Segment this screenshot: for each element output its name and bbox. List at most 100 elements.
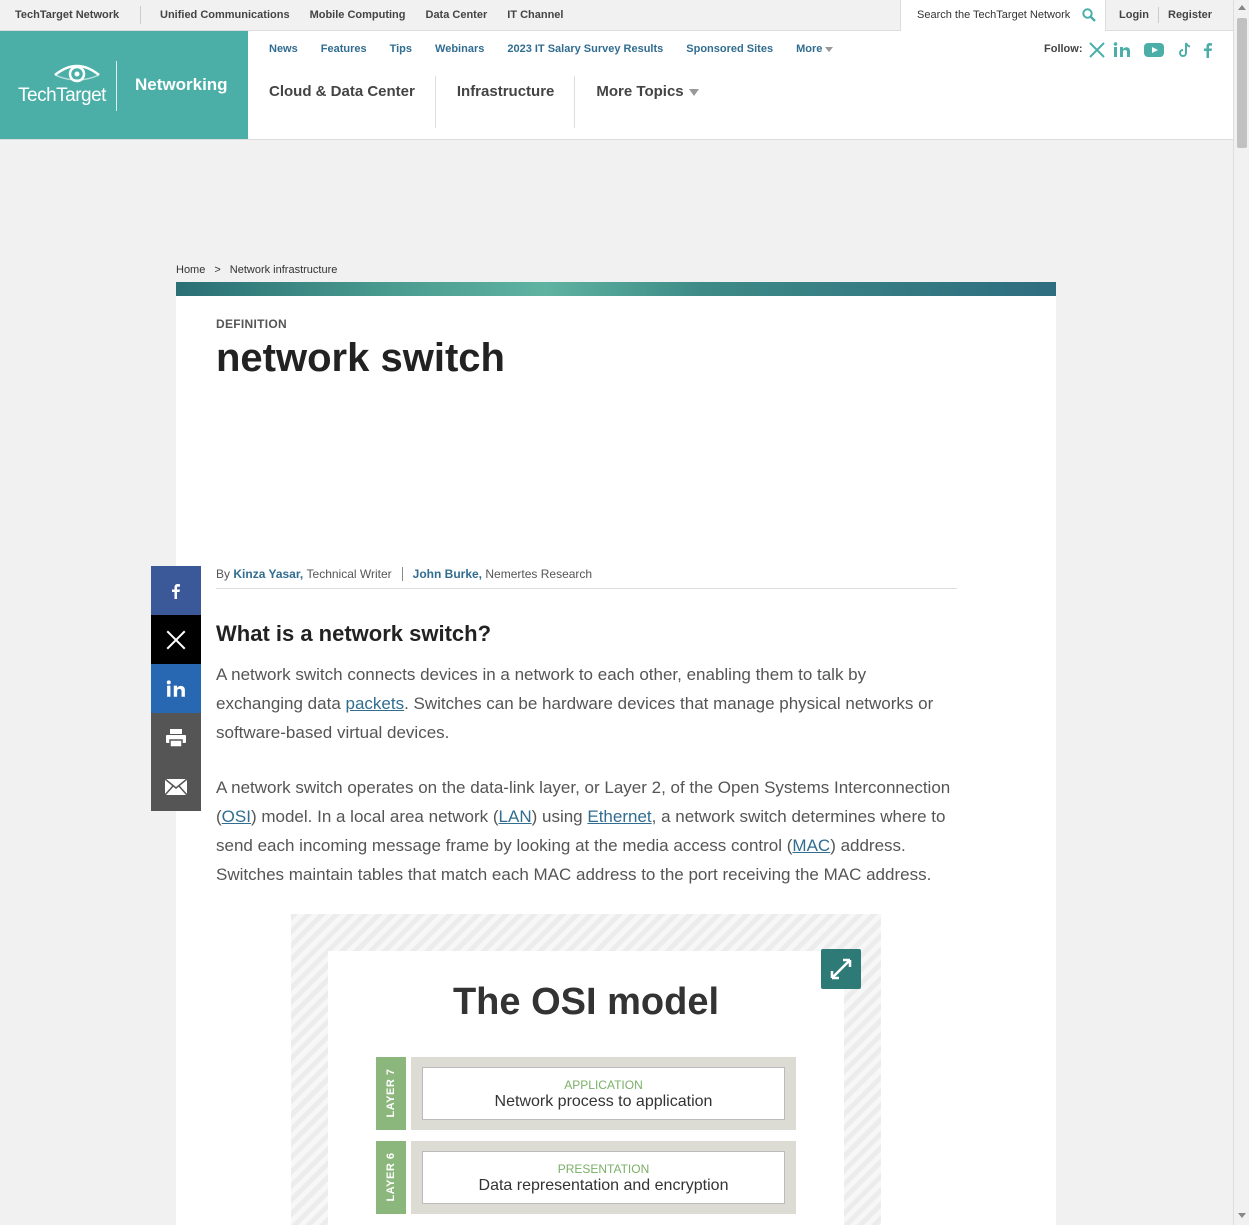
techtarget-wordmark: TechTarget bbox=[18, 85, 106, 106]
layer-card: PRESENTATION Data representation and enc… bbox=[422, 1151, 785, 1204]
email-icon bbox=[164, 777, 188, 795]
byline: By Kinza Yasar, Technical Writer John Bu… bbox=[216, 567, 592, 581]
layer-box: APPLICATION Network process to applicati… bbox=[411, 1057, 796, 1130]
page-scrollbar[interactable] bbox=[1233, 0, 1249, 1225]
definition-label: DEFINITION bbox=[216, 317, 287, 331]
link-mac[interactable]: MAC bbox=[792, 836, 830, 855]
osi-layer-7: LAYER 7 APPLICATION Network process to a… bbox=[376, 1057, 796, 1130]
site-logo[interactable]: TechTarget Networking bbox=[0, 31, 248, 139]
share-x-button[interactable] bbox=[151, 615, 201, 664]
divider bbox=[216, 588, 957, 589]
paragraph-osi-layer: A network switch operates on the data-li… bbox=[216, 773, 956, 889]
divider bbox=[140, 6, 141, 24]
gradient-header-bar bbox=[176, 282, 1056, 296]
subnav-features[interactable]: Features bbox=[321, 43, 367, 55]
network-links: Unified Communications Mobile Computing … bbox=[160, 9, 563, 21]
network-link-data-center[interactable]: Data Center bbox=[426, 9, 488, 21]
layer-card: APPLICATION Network process to applicati… bbox=[422, 1067, 785, 1120]
search-box[interactable]: Search the TechTarget Network bbox=[900, 0, 1106, 31]
layer-tag: LAYER 6 bbox=[376, 1141, 406, 1214]
tiktok-icon[interactable] bbox=[1177, 41, 1193, 59]
expand-image-button[interactable] bbox=[821, 949, 861, 989]
topic-more-topics-dropdown[interactable]: More Topics bbox=[575, 76, 718, 128]
layer-number: LAYER 6 bbox=[385, 1152, 397, 1202]
divider bbox=[1158, 7, 1159, 23]
x-icon[interactable] bbox=[1089, 41, 1105, 59]
techtarget-network-link[interactable]: TechTarget Network bbox=[15, 9, 119, 21]
subnav-webinars[interactable]: Webinars bbox=[435, 43, 484, 55]
osi-model-figure: The OSI model LAYER 7 APPLICATION Networ… bbox=[291, 914, 881, 1225]
author-link-john-burke[interactable]: John Burke, bbox=[413, 567, 482, 581]
layer-tag: LAYER 7 bbox=[376, 1057, 406, 1130]
page-title: network switch bbox=[216, 336, 505, 380]
subnav-salary-survey[interactable]: 2023 IT Salary Survey Results bbox=[507, 43, 663, 55]
expand-icon bbox=[830, 958, 852, 980]
subnav-more-label: More bbox=[796, 43, 823, 55]
link-packets[interactable]: packets bbox=[346, 694, 405, 713]
osi-layer-6: LAYER 6 PRESENTATION Data representation… bbox=[376, 1141, 796, 1214]
layer-number: LAYER 7 bbox=[385, 1068, 397, 1118]
network-link-mobile-computing[interactable]: Mobile Computing bbox=[310, 9, 406, 21]
text: ) using bbox=[531, 807, 588, 826]
login-link[interactable]: Login bbox=[1119, 9, 1149, 21]
byline-divider bbox=[401, 567, 403, 581]
author-role: Technical Writer bbox=[306, 567, 392, 581]
more-topics-label: More Topics bbox=[596, 83, 684, 100]
linkedin-icon[interactable] bbox=[1113, 41, 1131, 59]
link-ethernet[interactable]: Ethernet bbox=[587, 807, 651, 826]
network-link-unified-communications[interactable]: Unified Communications bbox=[160, 9, 290, 21]
search-icon[interactable] bbox=[1082, 8, 1096, 22]
linkedin-icon bbox=[166, 679, 185, 697]
youtube-icon[interactable] bbox=[1143, 41, 1165, 59]
facebook-icon[interactable] bbox=[1202, 41, 1214, 59]
facebook-icon bbox=[172, 583, 180, 599]
sub-navigation: News Features Tips Webinars 2023 IT Sala… bbox=[269, 43, 834, 55]
author-link-kinza-yasar[interactable]: Kinza Yasar, bbox=[233, 567, 303, 581]
share-linkedin-button[interactable] bbox=[151, 664, 201, 713]
text: ) model. In a local area network ( bbox=[250, 807, 499, 826]
link-lan[interactable]: LAN bbox=[499, 807, 532, 826]
breadcrumb-network-infrastructure[interactable]: Network infrastructure bbox=[230, 264, 338, 276]
scroll-thumb[interactable] bbox=[1237, 18, 1247, 148]
figure-image[interactable]: The OSI model LAYER 7 APPLICATION Networ… bbox=[328, 951, 844, 1225]
layer-name: PRESENTATION bbox=[557, 1162, 650, 1176]
topic-navigation: Cloud & Data Center Infrastructure More … bbox=[248, 76, 719, 128]
scroll-up-arrow-icon[interactable] bbox=[1238, 5, 1246, 10]
scroll-down-arrow-icon[interactable] bbox=[1238, 1213, 1246, 1218]
subnav-more-dropdown[interactable]: More bbox=[796, 43, 834, 55]
subnav-sponsored-sites[interactable]: Sponsored Sites bbox=[686, 43, 773, 55]
share-facebook-button[interactable] bbox=[151, 566, 201, 615]
chevron-down-icon bbox=[688, 89, 699, 96]
network-bar: TechTarget Network Unified Communication… bbox=[0, 0, 1233, 31]
breadcrumb-separator: > bbox=[214, 264, 221, 276]
email-share-button[interactable] bbox=[151, 762, 201, 811]
search-input[interactable]: Search the TechTarget Network bbox=[917, 9, 1070, 21]
layer-description: Data representation and encryption bbox=[478, 1177, 729, 1194]
topic-cloud-data-center[interactable]: Cloud & Data Center bbox=[248, 76, 436, 128]
section-heading: What is a network switch? bbox=[216, 621, 492, 646]
follow-label: Follow: bbox=[1044, 43, 1083, 55]
layer-box: PRESENTATION Data representation and enc… bbox=[411, 1141, 796, 1214]
chevron-down-icon bbox=[825, 46, 834, 52]
print-icon bbox=[166, 728, 186, 748]
site-header: TechTarget Networking News Features Tips… bbox=[0, 31, 1233, 140]
breadcrumb-home[interactable]: Home bbox=[176, 264, 205, 276]
share-rail bbox=[151, 566, 201, 811]
layer-description: Network process to application bbox=[494, 1093, 713, 1110]
print-button[interactable] bbox=[151, 713, 201, 762]
topic-infrastructure[interactable]: Infrastructure bbox=[436, 76, 576, 128]
x-icon bbox=[166, 630, 186, 649]
register-link[interactable]: Register bbox=[1168, 9, 1212, 21]
article-card: DEFINITION network switch By Kinza Yasar… bbox=[176, 282, 1056, 1225]
logo-divider bbox=[116, 61, 117, 111]
subnav-news[interactable]: News bbox=[269, 43, 298, 55]
layer-name: APPLICATION bbox=[564, 1078, 643, 1092]
paragraph-intro: A network switch connects devices in a n… bbox=[216, 660, 956, 747]
breadcrumb: Home > Network infrastructure bbox=[176, 264, 337, 276]
subnav-tips[interactable]: Tips bbox=[390, 43, 412, 55]
link-osi[interactable]: OSI bbox=[222, 807, 251, 826]
network-link-it-channel[interactable]: IT Channel bbox=[507, 9, 563, 21]
site-name[interactable]: Networking bbox=[135, 75, 228, 95]
byline-by: By bbox=[216, 567, 231, 581]
figure-title: The OSI model bbox=[452, 981, 720, 1023]
